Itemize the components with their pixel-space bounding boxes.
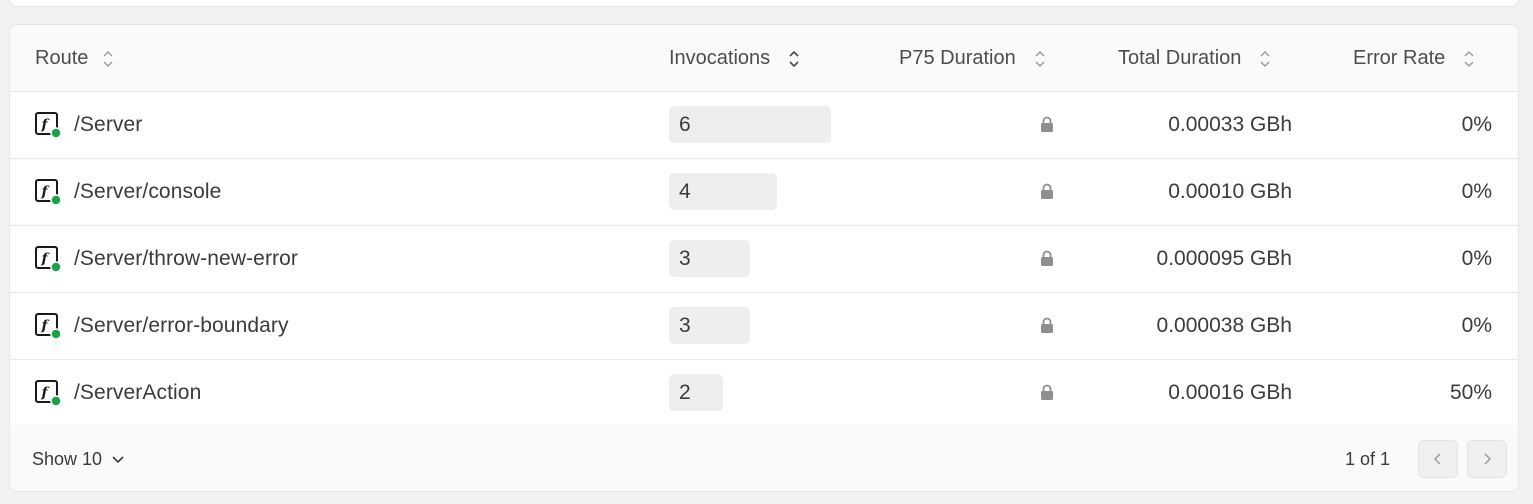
sort-icon — [1260, 50, 1270, 67]
function-icon: f — [35, 313, 62, 340]
table-row[interactable]: f/Server/throw-new-error 3 0.000095 GBh 0% — [10, 226, 1518, 293]
table-row[interactable]: f/Server 6 0.00033 GBh 0% — [10, 92, 1518, 159]
routes-table-card: Route Invocations P75 Duration Total Dur… — [9, 24, 1519, 492]
error-rate-value: 0% — [1461, 247, 1492, 270]
total-duration-value: 0.000038 GBh — [1156, 314, 1292, 337]
column-header-label: Route — [35, 47, 89, 69]
total-duration-value: 0.00033 GBh — [1168, 113, 1292, 136]
invocations-value: 2 — [679, 381, 691, 404]
route-cell: f/ServerAction — [34, 360, 201, 426]
invocations-value: 4 — [679, 180, 691, 203]
invocations-value: 3 — [679, 247, 691, 270]
function-icon: f — [35, 112, 62, 139]
page-size-select[interactable]: Show 10 — [32, 425, 126, 491]
error-rate-value: 0% — [1461, 113, 1492, 136]
table-header: Route Invocations P75 Duration Total Dur… — [10, 25, 1518, 92]
invocations-value: 3 — [679, 314, 691, 337]
route-cell: f/Server — [34, 92, 142, 158]
previous-card-edge — [9, 0, 1519, 7]
chevron-left-icon — [1433, 453, 1441, 465]
pagination-info: 1 of 1 — [1345, 448, 1391, 469]
sort-icon — [1464, 50, 1474, 67]
route-cell: f/Server/console — [34, 159, 221, 225]
total-duration-value: 0.00016 GBh — [1168, 381, 1292, 404]
total-duration-value: 0.00010 GBh — [1168, 180, 1292, 203]
table-row[interactable]: f/ServerAction 2 0.00016 GBh 50% — [10, 360, 1518, 427]
column-header-total-duration[interactable]: Total Duration — [1118, 25, 1271, 92]
invocations-bar — [669, 106, 831, 143]
route-cell: f/Server/throw-new-error — [34, 226, 298, 292]
total-duration-value: 0.000095 GBh — [1156, 247, 1292, 270]
route-label[interactable]: /Server/throw-new-error — [74, 247, 298, 271]
column-header-error-rate[interactable]: Error Rate — [1353, 25, 1475, 92]
lock-icon — [1041, 384, 1053, 400]
column-header-label: P75 Duration — [899, 47, 1016, 69]
route-label[interactable]: /Server — [74, 113, 142, 137]
function-icon: f — [35, 179, 62, 206]
column-header-p75-duration[interactable]: P75 Duration — [899, 25, 1046, 92]
invocations-bar — [669, 374, 723, 411]
error-rate-value: 50% — [1449, 381, 1492, 404]
chevron-right-icon — [1484, 453, 1492, 465]
column-header-label: Total Duration — [1118, 47, 1242, 69]
route-cell: f/Server/error-boundary — [34, 293, 289, 359]
column-header-route[interactable]: Route — [35, 25, 114, 92]
lock-icon — [1041, 317, 1053, 333]
error-rate-value: 0% — [1461, 180, 1492, 203]
sort-icon — [789, 50, 799, 67]
sort-icon — [1035, 50, 1045, 67]
lock-icon — [1041, 250, 1053, 266]
route-label[interactable]: /ServerAction — [74, 381, 201, 405]
function-icon: f — [35, 246, 62, 273]
column-header-label: Error Rate — [1353, 47, 1446, 69]
lock-icon — [1041, 183, 1053, 199]
table-row[interactable]: f/Server/console 4 0.00010 GBh 0% — [10, 159, 1518, 226]
error-rate-value: 0% — [1461, 314, 1492, 337]
route-label[interactable]: /Server/error-boundary — [74, 314, 289, 338]
route-label[interactable]: /Server/console — [74, 180, 221, 204]
table-row[interactable]: f/Server/error-boundary 3 0.000038 GBh 0% — [10, 293, 1518, 360]
table-footer: Show 10 1 of 1 — [10, 425, 1518, 491]
column-header-label: Invocations — [669, 47, 771, 69]
sort-icon — [103, 50, 113, 67]
page-size-label: Show 10 — [32, 448, 103, 469]
chevron-down-icon — [112, 456, 124, 464]
next-page-button[interactable] — [1467, 440, 1507, 478]
column-header-invocations[interactable]: Invocations — [669, 25, 800, 92]
function-icon: f — [35, 380, 62, 407]
lock-icon — [1041, 116, 1053, 132]
previous-page-button[interactable] — [1418, 440, 1458, 478]
invocations-value: 6 — [679, 113, 691, 136]
